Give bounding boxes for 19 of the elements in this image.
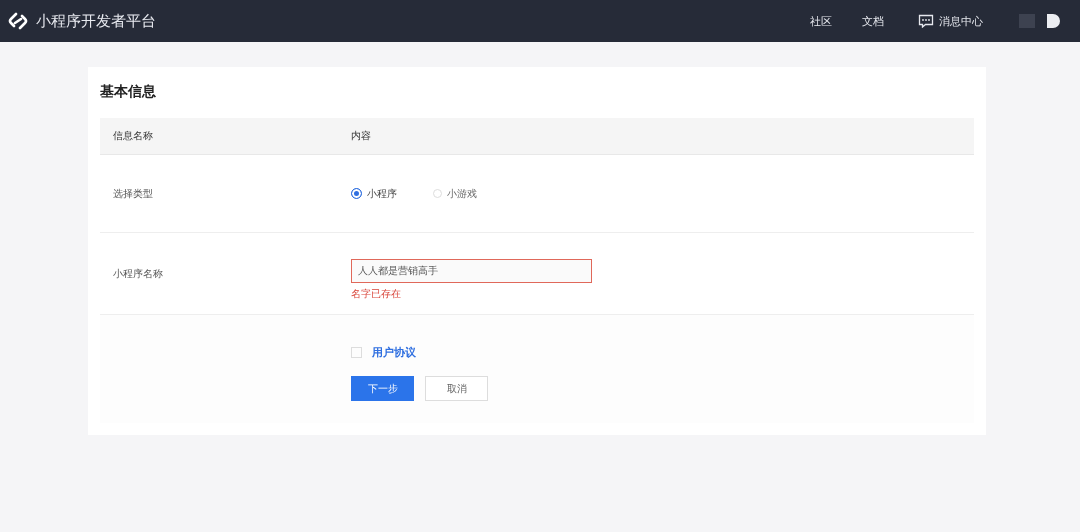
radio-option[interactable]: 小程序: [351, 186, 433, 201]
logo-icon: [8, 11, 28, 31]
checkbox[interactable]: [351, 347, 362, 358]
app-title: 小程序开发者平台: [36, 11, 156, 31]
column-header: 内容: [350, 129, 371, 143]
name-input[interactable]: 人人都是营销高手: [351, 258, 592, 283]
chat-icon: [918, 14, 934, 28]
error-message: 名字已存在: [351, 286, 401, 301]
nav-link[interactable]: 社区: [810, 13, 832, 29]
field-label: 小程序名称: [112, 266, 164, 281]
messages-link[interactable]: 消息中心: [918, 13, 983, 29]
cancel-button[interactable]: 取消: [425, 376, 488, 401]
field-label: 选择类型: [112, 186, 154, 201]
nav-link[interactable]: 文档: [862, 13, 884, 29]
agreement-link[interactable]: 用户协议: [372, 345, 416, 360]
column-header: 信息名称: [112, 129, 154, 143]
section-title: 基本信息: [100, 82, 156, 101]
next-button[interactable]: 下一步: [351, 376, 414, 401]
radio-option[interactable]: 小游戏: [433, 186, 515, 201]
